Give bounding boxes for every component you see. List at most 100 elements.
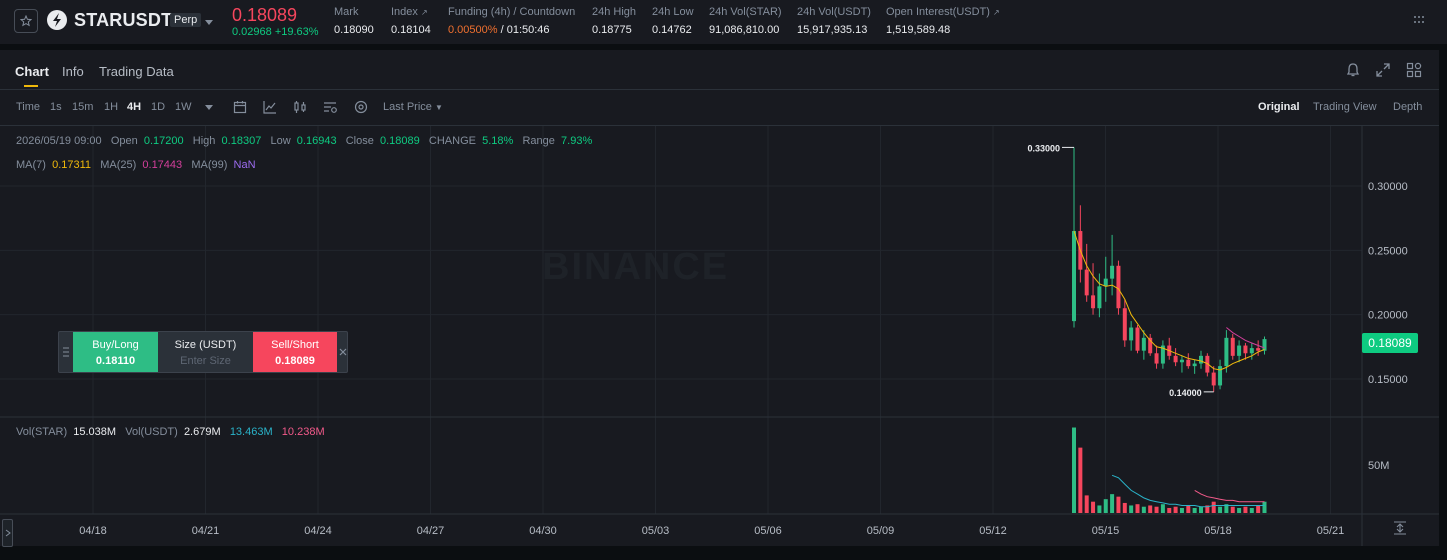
expand-sidebar-icon[interactable] bbox=[2, 519, 13, 547]
x-tick-label: 05/18 bbox=[1204, 525, 1232, 537]
stat-funding: Funding (4h) / Countdown 0.00500% / 01:5… bbox=[448, 6, 575, 36]
symbol-name[interactable]: STARUSDT bbox=[74, 10, 172, 31]
candle-body bbox=[1129, 327, 1134, 341]
volume-bar bbox=[1122, 502, 1127, 513]
candle-body bbox=[1103, 278, 1108, 287]
volume-bar bbox=[1078, 447, 1083, 513]
stat-label: 24h Low bbox=[652, 6, 694, 18]
vol-star-label: Vol(STAR) bbox=[16, 426, 68, 438]
candle-body bbox=[1262, 339, 1267, 351]
x-tick-label: 04/18 bbox=[79, 525, 107, 537]
sell-short-button[interactable]: Sell/Short 0.18089 bbox=[253, 332, 337, 372]
candle-body bbox=[1135, 327, 1140, 351]
coin-logo-icon bbox=[46, 9, 68, 31]
volume-bar bbox=[1097, 505, 1102, 513]
candle-body bbox=[1154, 353, 1159, 364]
size-label: Size (USDT) bbox=[174, 339, 237, 351]
stat-value: 0.18104 bbox=[391, 24, 431, 36]
candle-body bbox=[1122, 308, 1127, 341]
sell-label: Sell/Short bbox=[271, 339, 319, 351]
chevron-down-icon[interactable] bbox=[205, 15, 213, 29]
vol-usdt-label: Vol(USDT) bbox=[125, 426, 178, 438]
perp-badge: Perp bbox=[170, 13, 202, 27]
external-link-icon[interactable]: ↗ bbox=[421, 8, 428, 17]
stat-value: 15,917,935.13 bbox=[797, 24, 868, 36]
candle-body bbox=[1237, 345, 1242, 356]
stat-24h-vol-usdt: 24h Vol(USDT) 15,917,935.13 bbox=[797, 6, 871, 36]
close-value: 0.18089 bbox=[379, 135, 420, 147]
candlestick-chart[interactable]: 0.30000 0.25000 0.20000 0.15000 04/18 04/21 04… bbox=[0, 50, 1439, 546]
x-tick-label: 05/03 bbox=[642, 525, 670, 537]
candle-body bbox=[1072, 231, 1076, 322]
x-tick-label: 04/27 bbox=[417, 525, 445, 537]
stat-index: Index ↗ 0.18104 bbox=[391, 6, 431, 36]
volume-bar bbox=[1116, 496, 1121, 513]
candle-body bbox=[1173, 355, 1178, 363]
volume-bar bbox=[1110, 494, 1115, 513]
stat-value: 0.18775 bbox=[592, 24, 632, 36]
current-price-tag: 0.18089 bbox=[1362, 333, 1418, 353]
chart-panel: Chart Info Trading Data Time 1s 15m 1H 4… bbox=[0, 50, 1439, 547]
candle-body bbox=[1097, 286, 1102, 309]
volume-bar bbox=[1160, 504, 1165, 513]
candle-date: 2026/05/19 09:00 bbox=[16, 135, 102, 147]
volume-bar bbox=[1237, 507, 1242, 513]
funding-rate: 0.00500% bbox=[448, 24, 498, 36]
x-tick-label: 05/09 bbox=[867, 525, 895, 537]
size-input[interactable] bbox=[160, 355, 251, 367]
min-price-label: 0.14000 bbox=[1169, 388, 1202, 398]
volume-bar bbox=[1249, 507, 1254, 513]
volume-bar bbox=[1148, 505, 1153, 513]
ma7-label: MA(7) bbox=[16, 159, 46, 171]
stat-label-text: Open Interest(USDT) bbox=[886, 6, 990, 18]
stat-24h-vol-star: 24h Vol(STAR) 91,086,810.00 bbox=[709, 6, 782, 36]
close-icon[interactable] bbox=[338, 345, 348, 359]
last-price: 0.18089 bbox=[232, 5, 298, 25]
candle-body bbox=[1256, 348, 1261, 351]
more-options-icon[interactable] bbox=[1413, 14, 1425, 29]
close-label: Close bbox=[345, 135, 374, 147]
x-tick-label: 04/24 bbox=[304, 525, 332, 537]
stat-label: Mark bbox=[334, 6, 359, 18]
buy-long-button[interactable]: Buy/Long 0.18110 bbox=[73, 332, 158, 372]
volume-bar bbox=[1084, 495, 1089, 513]
candle-body bbox=[1110, 265, 1115, 279]
stat-24h-low: 24h Low 0.14762 bbox=[652, 6, 694, 36]
ohlc-legend: 2026/05/19 09:00 Open 0.17200 High 0.183… bbox=[16, 135, 592, 147]
candle-body bbox=[1141, 337, 1146, 351]
vol-usdt-value: 2.679M bbox=[183, 426, 221, 438]
ticker-bar: STARUSDT Perp 0.18089 0.02968 +19.63% Ma… bbox=[0, 0, 1447, 44]
volume-bar bbox=[1129, 505, 1134, 513]
candle-body bbox=[1179, 359, 1184, 363]
ma25-value: 0.17443 bbox=[142, 159, 183, 171]
candle-body bbox=[1192, 363, 1197, 367]
stat-label: 24h Vol(USDT) bbox=[797, 6, 871, 18]
candle-body bbox=[1091, 295, 1096, 309]
high-label: High bbox=[192, 135, 216, 147]
x-tick-label: 05/06 bbox=[754, 525, 782, 537]
range-value: 7.93% bbox=[561, 135, 593, 147]
volume-bar bbox=[1072, 427, 1076, 513]
open-label: Open bbox=[110, 135, 138, 147]
stat-label-text: Index bbox=[391, 6, 418, 18]
favorite-star-icon[interactable] bbox=[14, 9, 38, 33]
range-label: Range bbox=[522, 135, 555, 147]
vol-ma2-value: 10.238M bbox=[281, 426, 325, 438]
ma99-label: MA(99) bbox=[191, 159, 228, 171]
stat-value: 1,519,589.48 bbox=[886, 24, 951, 36]
y-tick-label: 0.30000 bbox=[1368, 181, 1408, 193]
volume-bar bbox=[1154, 506, 1159, 513]
ma25-label: MA(25) bbox=[100, 159, 137, 171]
ma-legend: MA(7) 0.17311 MA(25) 0.17443 MA(99) NaN bbox=[16, 159, 256, 171]
volume-bar bbox=[1091, 501, 1096, 513]
external-link-icon[interactable]: ↗ bbox=[993, 8, 1000, 17]
candle-body bbox=[1199, 355, 1203, 364]
funding-countdown: / 01:50:46 bbox=[497, 24, 550, 36]
volume-bar bbox=[1173, 506, 1178, 513]
reset-scale-icon bbox=[1394, 521, 1406, 535]
stat-value: 91,086,810.00 bbox=[709, 24, 780, 36]
low-value: 0.16943 bbox=[296, 135, 337, 147]
y-tick-label: 0.15000 bbox=[1368, 374, 1408, 386]
x-tick-label: 05/15 bbox=[1092, 525, 1120, 537]
drag-handle-icon[interactable] bbox=[59, 332, 73, 372]
